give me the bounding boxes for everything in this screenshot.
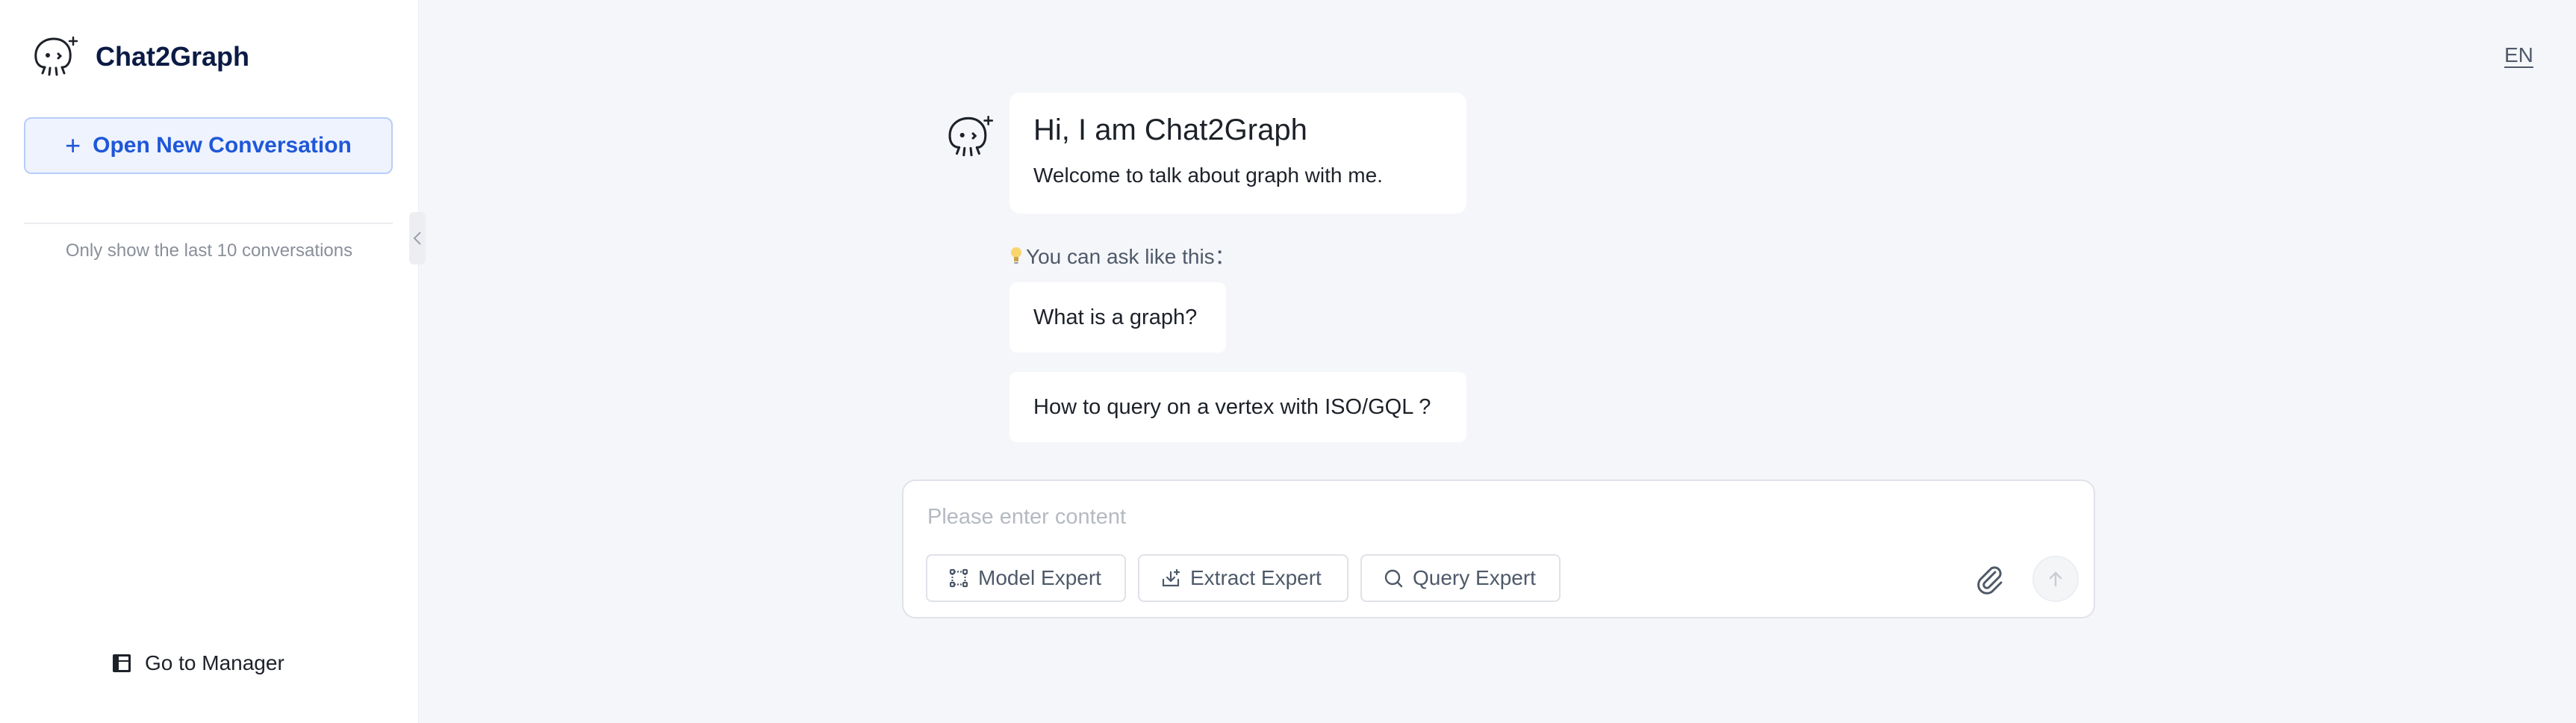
open-new-conversation-label: Open New Conversation bbox=[93, 133, 352, 158]
go-to-manager-label: Go to Manager bbox=[145, 651, 284, 674]
history-hint: Only show the last 10 conversations bbox=[65, 241, 353, 261]
app-name: Chat2Graph bbox=[96, 41, 250, 72]
suggestion-query-vertex[interactable]: How to query on a vertex with ISO/GQL ? bbox=[1009, 372, 1466, 442]
model-expert-label: Model Expert bbox=[978, 566, 1101, 589]
arrow-up-icon bbox=[2049, 571, 2062, 587]
message-input[interactable] bbox=[926, 497, 1974, 536]
brand[interactable]: Chat2Graph bbox=[28, 33, 249, 81]
welcome-subtitle: Welcome to talk about graph with me. bbox=[1033, 164, 1383, 187]
sidebar-divider bbox=[24, 223, 393, 224]
go-to-manager-link[interactable]: Go to Manager bbox=[112, 651, 284, 675]
welcome-title: Hi, I am Chat2Graph bbox=[1033, 114, 1307, 146]
language-switch[interactable]: EN bbox=[2504, 43, 2533, 67]
ask-hint: You can ask like this： bbox=[1009, 241, 1236, 270]
ask-hint-label: You can ask like this： bbox=[1026, 245, 1236, 268]
welcome-message: Hi, I am Chat2Graph Welcome to talk abou… bbox=[1009, 93, 1466, 214]
send-button[interactable] bbox=[2032, 556, 2079, 602]
chat-composer: Model Expert Extract Expert Query Expert bbox=[902, 480, 2095, 618]
octopus-logo-icon bbox=[948, 115, 994, 157]
sidebar: Chat2Graph + Open New Conversation Only … bbox=[0, 0, 419, 723]
model-expert-icon bbox=[949, 568, 968, 588]
plus-icon: + bbox=[65, 130, 81, 161]
search-icon bbox=[1384, 569, 1403, 588]
extract-expert-label: Extract Expert bbox=[1190, 566, 1322, 589]
query-expert-label: Query Expert bbox=[1413, 566, 1536, 589]
manager-icon bbox=[113, 654, 131, 672]
chevron-left-icon bbox=[413, 232, 421, 245]
model-expert-button[interactable]: Model Expert bbox=[926, 554, 1126, 602]
lightbulb-icon bbox=[1011, 247, 1021, 264]
extract-expert-button[interactable]: Extract Expert bbox=[1138, 554, 1348, 602]
collapse-sidebar-button[interactable] bbox=[409, 212, 426, 264]
query-expert-button[interactable]: Query Expert bbox=[1360, 554, 1561, 602]
open-new-conversation-button[interactable]: + Open New Conversation bbox=[24, 117, 393, 174]
paperclip-icon[interactable] bbox=[1973, 562, 2006, 595]
suggestion-what-is-graph[interactable]: What is a graph? bbox=[1009, 282, 1226, 353]
extract-expert-icon bbox=[1162, 568, 1180, 587]
octopus-logo-icon bbox=[34, 36, 78, 76]
